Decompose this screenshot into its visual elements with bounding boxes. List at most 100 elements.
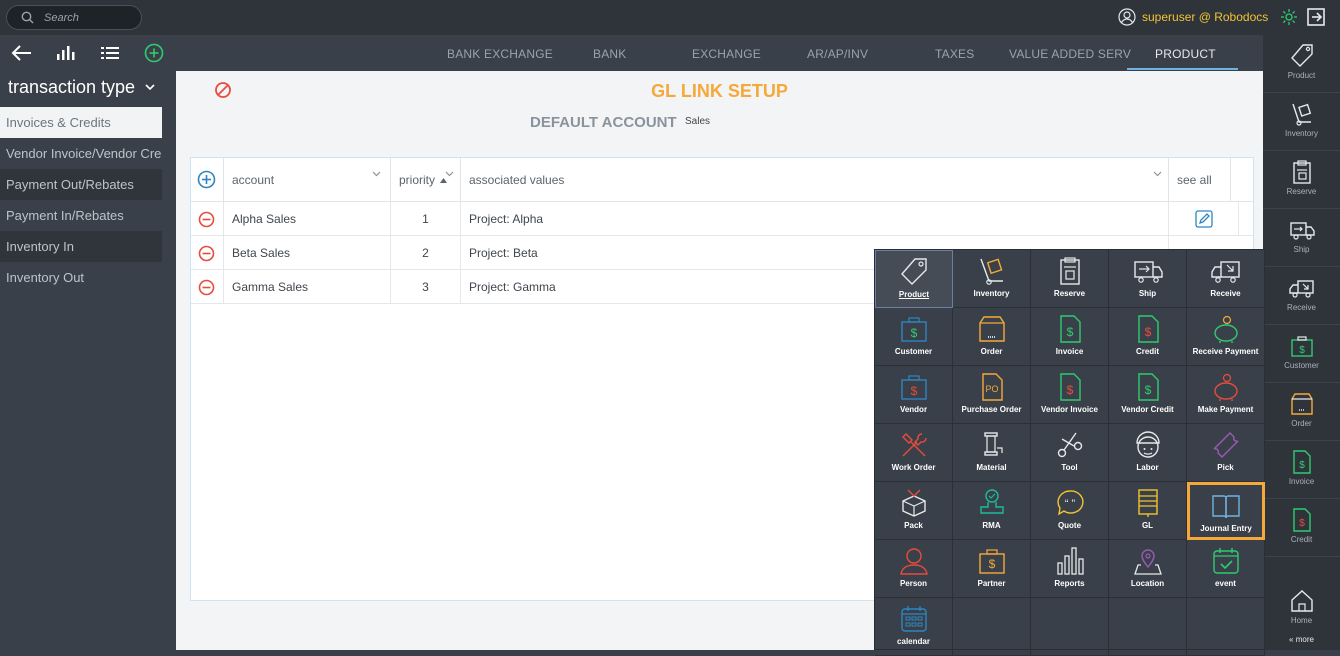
nav-receive[interactable]: Receive: [1263, 267, 1340, 325]
transaction-item[interactable]: Vendor Invoice/Vendor Credit: [0, 138, 162, 169]
menu-item-event[interactable]: event: [1187, 540, 1265, 598]
sort-asc-icon: [440, 178, 447, 183]
default-account-value[interactable]: Sales: [685, 116, 710, 127]
tab-value-added-serv[interactable]: VALUE ADDED SERV: [1009, 47, 1131, 61]
menu-item-receive[interactable]: Receive: [1187, 250, 1265, 308]
hardhat-icon: [1135, 431, 1160, 458]
nav-inventory[interactable]: Inventory: [1263, 93, 1340, 151]
nav-home[interactable]: Home: [1263, 580, 1340, 638]
briefcase-dollar-icon: $: [1290, 336, 1313, 357]
menu-item-make-payment[interactable]: Make Payment: [1187, 366, 1265, 424]
menu-item-reserve[interactable]: Reserve: [1031, 250, 1109, 308]
menu-item-inventory[interactable]: Inventory: [953, 250, 1031, 308]
menu-empty-cell: [1187, 598, 1265, 656]
nav-product[interactable]: Product: [1263, 35, 1340, 93]
tab-product[interactable]: PRODUCT: [1155, 47, 1216, 61]
menu-item-credit[interactable]: $ Credit: [1109, 308, 1187, 366]
menu-item-tool[interactable]: Tool: [1031, 424, 1109, 482]
menu-item-vendor-invoice[interactable]: $ Vendor Invoice: [1031, 366, 1109, 424]
transaction-type-dropdown[interactable]: transaction type: [8, 77, 155, 98]
menu-item-calendar[interactable]: calendar: [875, 598, 953, 656]
menu-item-person[interactable]: Person: [875, 540, 953, 598]
menu-item-ship[interactable]: Ship: [1109, 250, 1187, 308]
transaction-type-label: transaction type: [8, 77, 136, 97]
menu-item-labor[interactable]: Labor: [1109, 424, 1187, 482]
transaction-item[interactable]: Inventory Out: [0, 262, 162, 293]
nav-invoice[interactable]: $ Invoice: [1263, 441, 1340, 499]
edit-button[interactable]: [1169, 202, 1239, 236]
menu-item-work-order[interactable]: Work Order: [875, 424, 953, 482]
user-menu[interactable]: superuser @ Robodocs: [1118, 8, 1268, 26]
menu-item-quote[interactable]: “ ” Quote: [1031, 482, 1109, 540]
tab-bank-exchange[interactable]: BANK EXCHANGE: [447, 47, 553, 61]
settings-button[interactable]: [1280, 8, 1298, 26]
clipboard-icon: [1292, 160, 1311, 184]
menu-item-receive-payment[interactable]: Receive Payment: [1187, 308, 1265, 366]
menu-item-customer[interactable]: $ Customer: [875, 308, 953, 366]
nav-ship[interactable]: Ship: [1263, 209, 1340, 267]
nav-order[interactable]: Order: [1263, 383, 1340, 441]
briefcase-dollar-icon: $: [900, 317, 927, 342]
spool-icon: [983, 432, 1003, 456]
add-button[interactable]: [132, 35, 176, 71]
column-associated-values[interactable]: associated values: [461, 158, 1169, 202]
remove-row-button[interactable]: [191, 236, 224, 270]
nav-customer[interactable]: $ Customer: [1263, 325, 1340, 383]
search-box[interactable]: [6, 5, 142, 30]
chart-button[interactable]: [44, 35, 88, 71]
tab-taxes[interactable]: TAXES: [935, 47, 974, 61]
menu-item-pack[interactable]: Pack: [875, 482, 953, 540]
menu-item-vendor-credit[interactable]: $ Vendor Credit: [1109, 366, 1187, 424]
tag-icon: [901, 258, 927, 285]
chevron-down-icon[interactable]: [1153, 171, 1162, 177]
svg-text:$: $: [1144, 325, 1151, 339]
piggy-bank-icon: [1213, 373, 1238, 401]
back-button[interactable]: [0, 35, 44, 71]
column-priority[interactable]: priority: [391, 158, 461, 202]
nav-reserve[interactable]: Reserve: [1263, 151, 1340, 209]
remove-row-button[interactable]: [191, 270, 224, 304]
logout-button[interactable]: [1306, 7, 1326, 27]
menu-item-reports[interactable]: Reports: [1031, 540, 1109, 598]
cell-priority: 2: [391, 236, 461, 270]
see-all-button[interactable]: see all: [1169, 158, 1231, 202]
more-button[interactable]: « more: [1263, 635, 1340, 644]
remove-row-button[interactable]: [191, 202, 224, 236]
menu-item-label: Ship: [1138, 289, 1157, 298]
transaction-item[interactable]: Payment In/Rebates: [0, 200, 162, 231]
menu-item-label: Product: [898, 290, 930, 299]
tab-bar: BANK EXCHANGE BANK EXCHANGE AR/AP/INV TA…: [176, 35, 1263, 71]
transaction-item[interactable]: Inventory In: [0, 231, 162, 262]
plus-circle-icon: [197, 170, 216, 189]
menu-item-partner[interactable]: $ Partner: [953, 540, 1031, 598]
svg-text:$: $: [1299, 460, 1305, 471]
add-row-button[interactable]: [191, 158, 224, 202]
clipboard-icon: [1059, 257, 1080, 285]
transaction-item[interactable]: Payment Out/Rebates: [0, 169, 162, 200]
tab-bank[interactable]: BANK: [593, 47, 626, 61]
menu-item-purchase-order[interactable]: PO Purchase Order: [953, 366, 1031, 424]
quote-bubble-icon: “ ”: [1056, 490, 1084, 516]
menu-item-gl[interactable]: GL: [1109, 482, 1187, 540]
menu-item-order[interactable]: Order: [953, 308, 1031, 366]
menu-item-vendor[interactable]: $ Vendor: [875, 366, 953, 424]
menu-item-location[interactable]: Location: [1109, 540, 1187, 598]
transaction-item[interactable]: Invoices & Credits: [0, 107, 162, 138]
chevron-down-icon[interactable]: [445, 171, 454, 177]
menu-item-journal-entry[interactable]: Journal Entry: [1187, 482, 1265, 540]
tab-exchange[interactable]: EXCHANGE: [692, 47, 761, 61]
list-button[interactable]: [88, 35, 132, 71]
menu-item-material[interactable]: Material: [953, 424, 1031, 482]
menu-item-rma[interactable]: RMA: [953, 482, 1031, 540]
menu-item-product[interactable]: Product: [875, 250, 953, 308]
edit-icon: [1195, 210, 1213, 228]
menu-item-pick[interactable]: Pick: [1187, 424, 1265, 482]
tab-ar-ap-inv[interactable]: AR/AP/INV: [807, 47, 868, 61]
table-row[interactable]: Alpha Sales 1 Project: Alpha: [191, 202, 1253, 236]
menu-item-invoice[interactable]: $ Invoice: [1031, 308, 1109, 366]
vendor-invoice-icon: $: [1059, 373, 1081, 401]
chevron-down-icon[interactable]: [372, 171, 381, 177]
search-input[interactable]: [44, 11, 134, 24]
nav-credit[interactable]: $ Credit: [1263, 499, 1340, 557]
column-account[interactable]: account: [224, 158, 391, 202]
